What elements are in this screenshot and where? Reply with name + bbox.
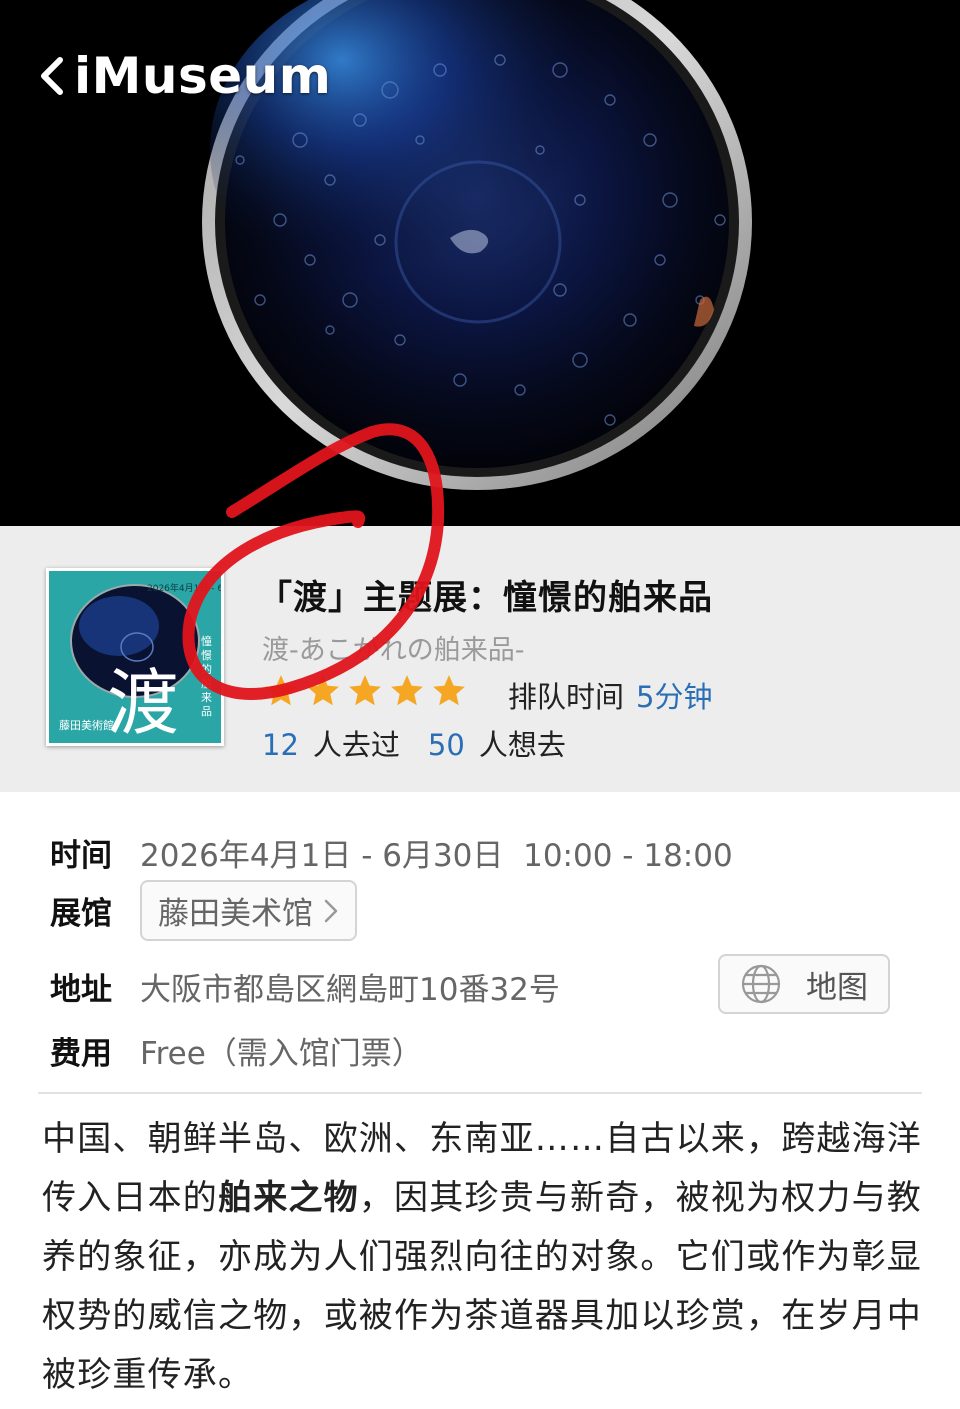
hero-image: iMuseum [0,0,960,526]
chevron-right-icon [324,899,338,922]
visited-label: 人去过 [312,728,400,762]
time-row: 时间 2026年4月1日 - 6月30日 10:00 - 18:00 [50,830,733,875]
map-button[interactable]: 地图 [718,954,890,1014]
fee-label: 费用 [50,1036,112,1072]
star-icon [349,675,381,706]
visit-stats: 12 人去过 50 人想去 [262,722,566,764]
fee-value: Free（需入馆门票） [140,1036,423,1072]
fee-row: 费用 Free（需入馆门票） [50,1028,423,1073]
address-label: 地址 [50,972,112,1008]
time-label: 时间 [50,838,112,874]
star-icon [391,675,423,706]
rating-stars [262,672,468,710]
venue-button[interactable]: 藤田美术馆 [140,880,357,941]
queue-value: 5分钟 [636,680,713,714]
poster-brand: 藤田美術館 [59,719,114,732]
visited-count: 12 [262,728,299,762]
exhibition-subtitle: 渡-あこがれの舶来品- [262,635,525,666]
want-count: 50 [427,728,465,762]
time-value: 2026年4月1日 - 6月30日 10:00 - 18:00 [140,838,733,874]
chevron-left-icon [41,57,63,95]
venue-name: 藤田美术馆 [158,896,313,932]
address-row: 地址 大阪市都島区網島町10番32号 [50,964,560,1009]
exhibition-poster[interactable]: 2026年4月1日 - 6月30日 憧憬的舶来品 渡 藤田美術館 [46,568,224,746]
exhibition-title: 「渡」主题展：憧憬的舶来品 [258,578,713,618]
venue-row: 展馆 藤田美术馆 [50,880,357,941]
description-emphasis: 舶来之物 [218,1178,359,1218]
poster-side-text: 憧憬的舶来品 [201,635,212,718]
star-icon [433,675,465,706]
venue-label: 展馆 [50,896,112,932]
want-label: 人想去 [478,728,566,762]
queue-label: 排队时间 [508,680,625,714]
back-button[interactable]: iMuseum [36,46,331,106]
map-button-label: 地图 [806,969,868,1006]
poster-title-char: 渡 [107,661,180,745]
queue-time: 排队时间 5分钟 [508,674,712,716]
star-icon [307,675,339,706]
globe-icon [741,964,781,1004]
poster-date: 2026年4月1日 - 6月30日 [147,584,224,594]
section-divider [38,1092,922,1094]
exhibition-description: 中国、朝鲜半岛、欧洲、东南亚……自古以来，跨越海洋传入日本的舶来之物，因其珍贵与… [42,1110,922,1405]
app-title: iMuseum [74,47,332,105]
star-icon [265,675,297,706]
address-value: 大阪市都島区網島町10番32号 [140,972,560,1008]
